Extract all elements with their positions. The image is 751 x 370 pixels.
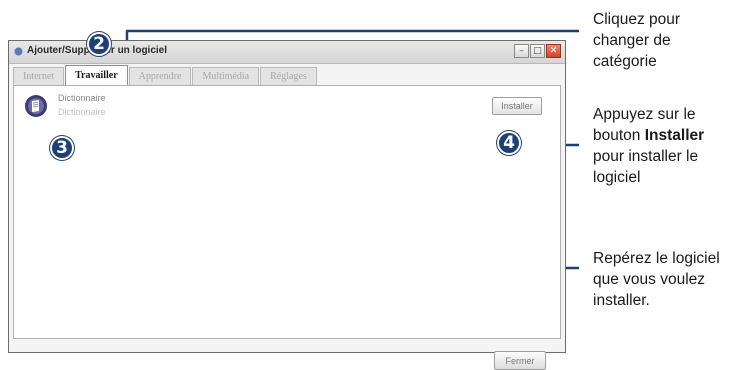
window-controls: – □ ✕ [514, 44, 561, 58]
note-locate-line: installer. [593, 292, 650, 309]
minimize-icon[interactable]: – [514, 44, 529, 58]
software-description: Dictionnaire [58, 107, 106, 117]
close-icon[interactable]: ✕ [546, 44, 561, 58]
add-remove-software-window: Ajouter/Supprimer un logiciel – □ ✕ Inte… [8, 40, 566, 370]
note-category-line: changer de [593, 32, 671, 49]
note-locate-software: Repérez le logiciel que vous voulez inst… [593, 248, 720, 311]
callout-badge-3: 3 [50, 136, 74, 160]
install-button[interactable]: Installer [492, 97, 542, 115]
note-locate-line: que vous voulez [593, 271, 706, 288]
tab-multimedia[interactable]: Multimédia [192, 67, 260, 85]
tab-reglages[interactable]: Réglages [260, 67, 317, 85]
note-install-button: Appuyez sur le bouton Installer pour ins… [593, 104, 704, 188]
note-install-line: pour installer le [593, 148, 699, 165]
tab-internet[interactable]: Internet [13, 67, 65, 85]
note-install-line: bouton Installer [593, 125, 704, 146]
note-locate-line: Repérez le logiciel [593, 250, 720, 267]
callout-badge-2: 2 [87, 32, 111, 56]
dictionary-icon [25, 95, 47, 117]
maximize-icon[interactable]: □ [530, 44, 545, 58]
callout-badge-4: 4 [497, 131, 521, 155]
tab-travailler[interactable]: Travailler [65, 65, 128, 85]
note-install-prefix: bouton [593, 127, 645, 144]
note-category-line: catégorie [593, 53, 657, 70]
note-install-bold: Installer [644, 127, 705, 144]
tab-apprendre[interactable]: Apprendre [128, 67, 192, 85]
close-button[interactable]: Fermer [494, 351, 546, 370]
note-install-line: logiciel [593, 169, 641, 186]
note-change-category: Cliquez pour changer de catégorie [593, 9, 680, 72]
category-tabs: Internet Travailler Apprendre Multimédia… [13, 65, 318, 85]
note-category-line: Cliquez pour [593, 11, 681, 28]
software-name: Dictionnaire [58, 93, 106, 103]
software-list-panel: Dictionnaire Dictionnaire Installer Ferm… [13, 85, 561, 370]
note-install-line: Appuyez sur le [593, 106, 696, 123]
app-icon [14, 47, 23, 56]
